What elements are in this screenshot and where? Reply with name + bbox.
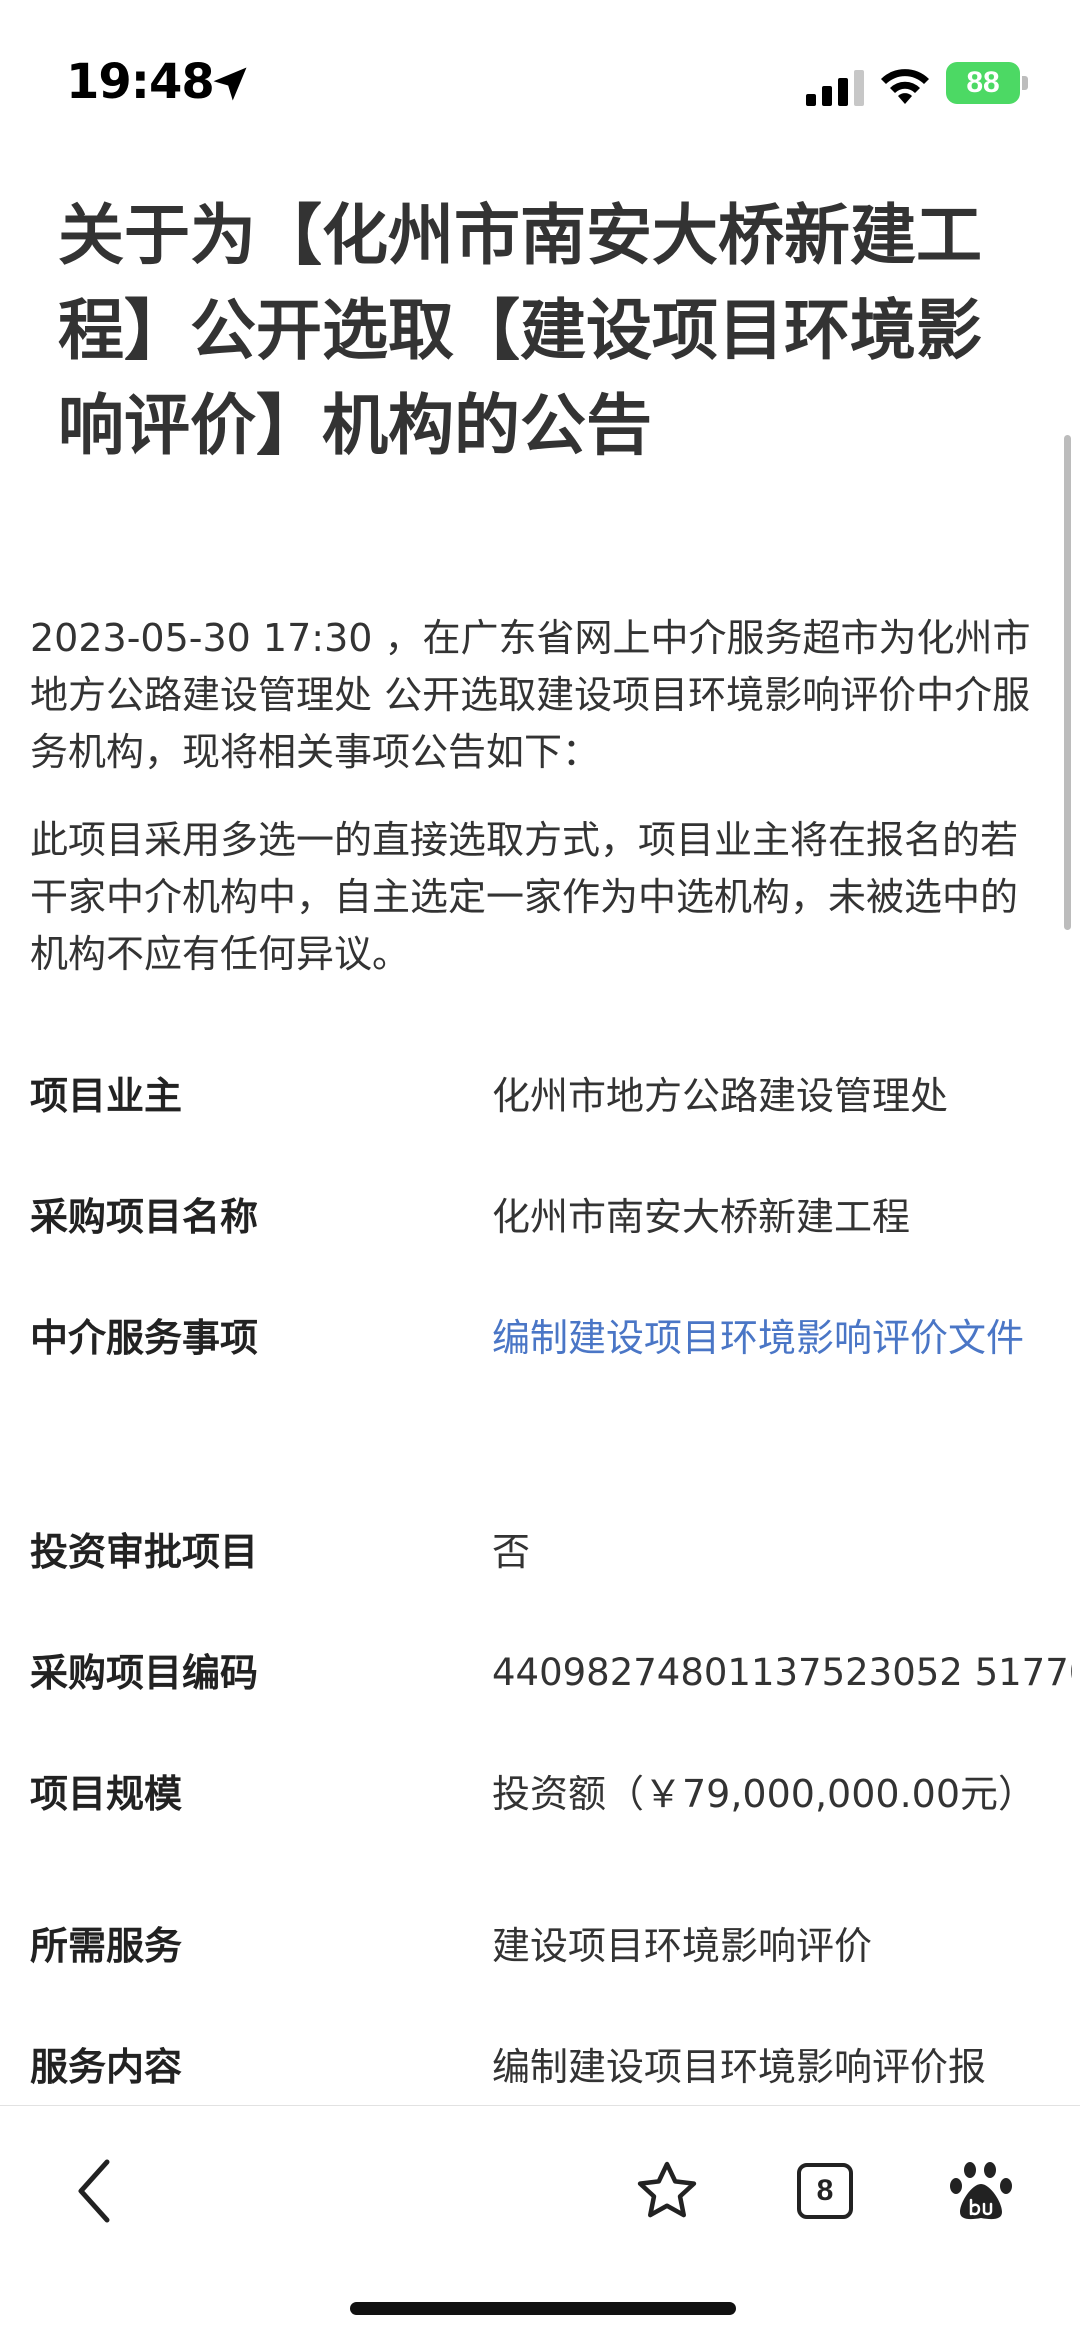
service-item-link[interactable]: 编制建设项目环境影响评价文件 xyxy=(492,1293,1062,1383)
info-value: 编制建设项目环境影响评价报 xyxy=(492,2045,987,2089)
battery-level: 88 xyxy=(966,66,1000,99)
baidu-paw-icon xyxy=(950,2162,1012,2220)
battery-indicator: 88 xyxy=(946,62,1028,104)
info-label: 服务内容 xyxy=(30,2045,183,2089)
info-label: 项目规模 xyxy=(30,1772,183,1816)
info-value: 投资额（￥79,000,000.00元） xyxy=(492,1772,1037,1816)
battery-tip xyxy=(1022,76,1028,90)
info-value: 化州市南安大桥新建工程 xyxy=(492,1195,911,1239)
info-label: 中介服务事项 xyxy=(30,1316,259,1360)
selection-note-paragraph: 此项目采用多选一的直接选取方式，项目业主将在报名的若干家中介机构中，自主选定一家… xyxy=(30,818,1019,976)
star-icon xyxy=(637,2161,697,2218)
page-scrollbar[interactable] xyxy=(1064,435,1071,930)
info-value: 否 xyxy=(492,1530,531,1574)
info-label: 采购项目名称 xyxy=(30,1195,259,1239)
location-arrow-icon xyxy=(213,67,247,101)
cellular-signal-icon xyxy=(806,70,864,106)
info-label: 项目业主 xyxy=(30,1074,183,1118)
back-button[interactable] xyxy=(52,2146,142,2236)
page-title: 关于为【化州市南安大桥新建工程】公开选取【建设项目环境影响评价】机构的公告 xyxy=(58,197,982,464)
favorite-button[interactable] xyxy=(622,2146,712,2236)
tabs-icon: 8 xyxy=(797,2163,853,2219)
info-value: 化州市地方公路建设管理处 xyxy=(492,1074,949,1118)
status-time: 19:48 xyxy=(66,54,215,110)
info-label: 所需服务 xyxy=(30,1924,183,1968)
wifi-icon xyxy=(881,69,929,104)
home-indicator[interactable] xyxy=(350,2302,736,2315)
tabs-button[interactable]: 8 xyxy=(780,2146,870,2236)
info-label: 采购项目编码 xyxy=(30,1651,259,1695)
status-bar: 19:48 88 xyxy=(0,0,1080,170)
info-value: 44098274801137523052 51770 xyxy=(492,1651,1072,1694)
chevron-left-icon xyxy=(78,2159,110,2223)
info-label: 投资审批项目 xyxy=(30,1530,259,1574)
info-value: 建设项目环境影响评价 xyxy=(492,1924,873,1968)
intro-paragraph: 2023-05-30 17:30 ，在广东省网上中介服务超市为化州市地方公路建设… xyxy=(30,616,1031,774)
baidu-button[interactable] xyxy=(936,2146,1026,2236)
